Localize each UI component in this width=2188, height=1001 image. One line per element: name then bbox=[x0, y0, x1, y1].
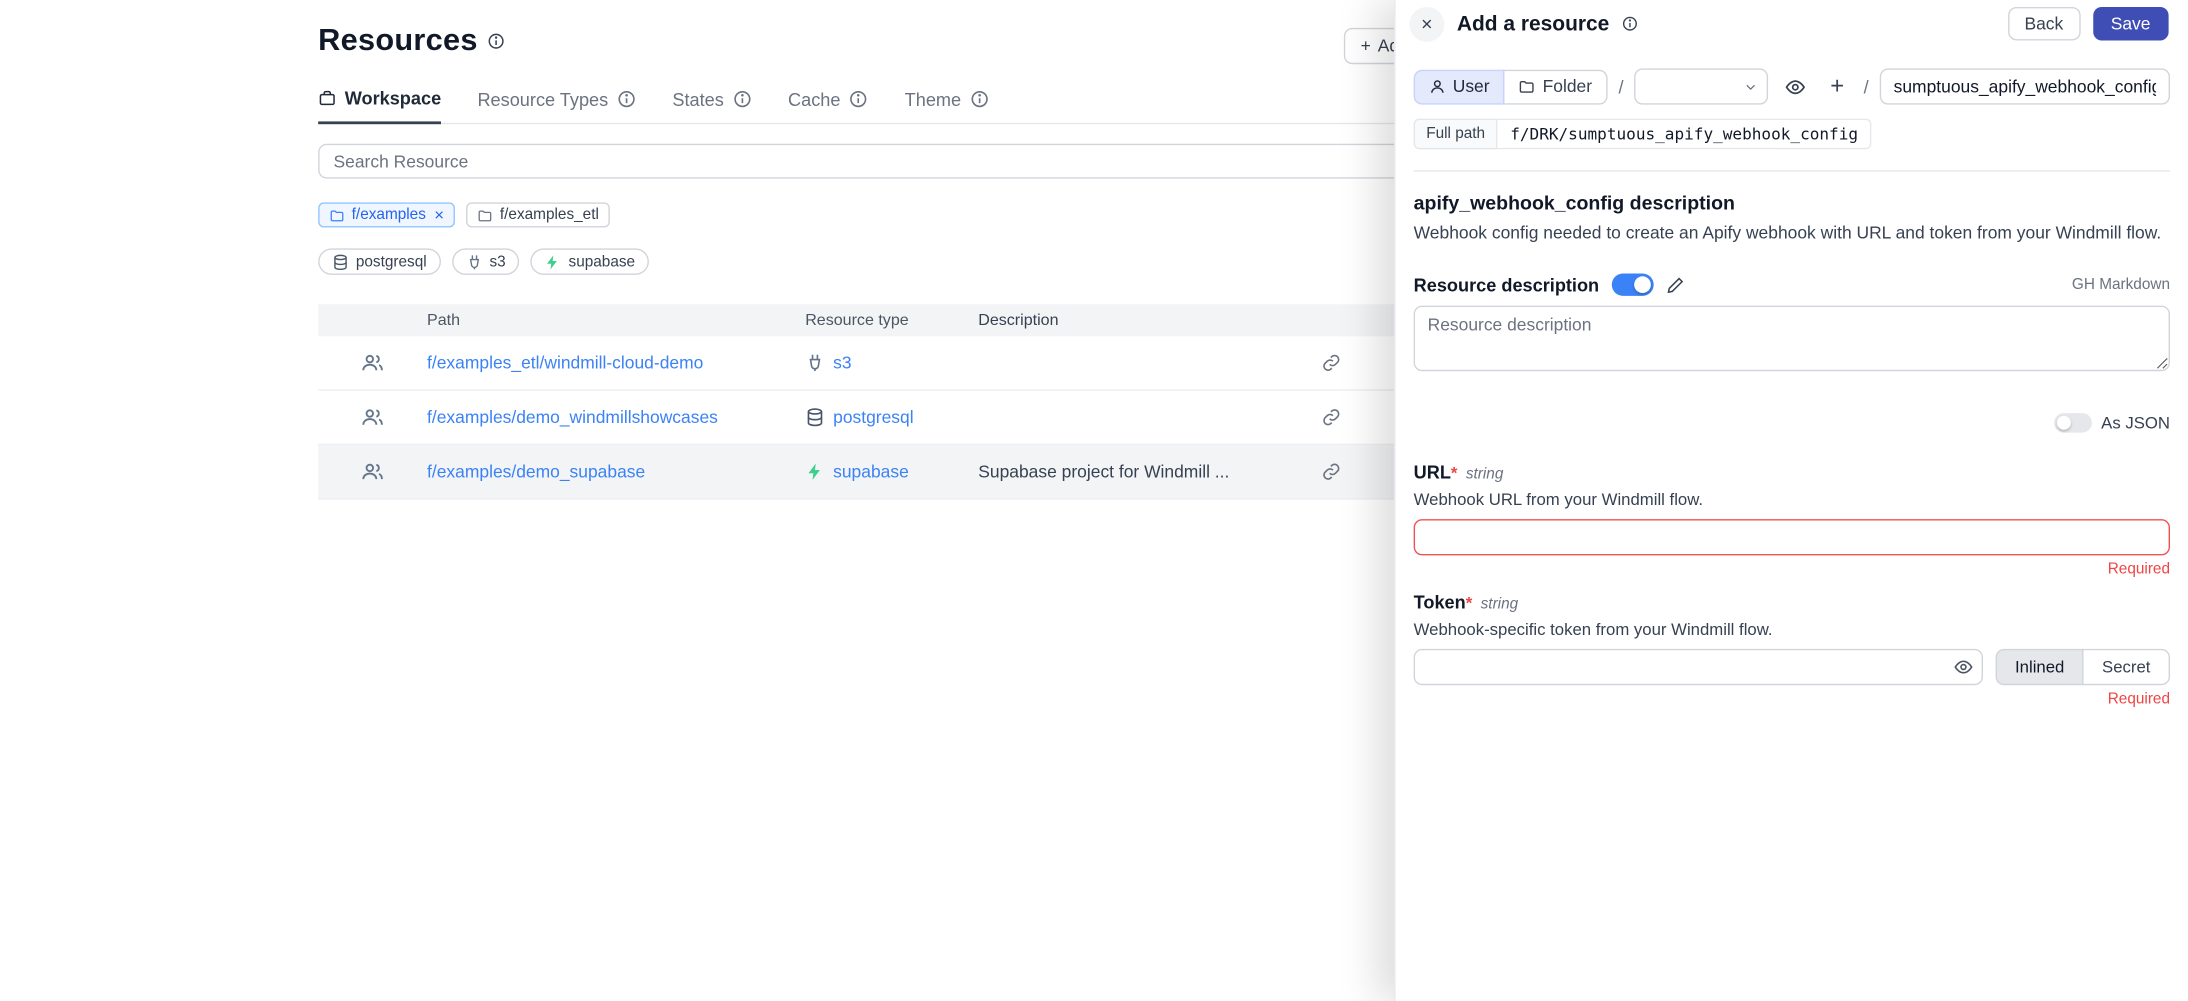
page-title: Resources bbox=[318, 22, 478, 58]
full-path-label: Full path bbox=[1414, 119, 1498, 150]
path-builder: User Folder / bbox=[1414, 68, 2170, 104]
url-required-note: Required bbox=[1414, 561, 2170, 578]
s3-icon bbox=[805, 353, 825, 373]
users-icon bbox=[361, 352, 383, 374]
remove-filter-icon[interactable]: × bbox=[434, 207, 444, 224]
column-path: Path bbox=[427, 312, 805, 329]
postgresql-icon bbox=[805, 407, 825, 427]
token-help: Webhook-specific token from your Windmil… bbox=[1414, 620, 2170, 640]
as-json-row: As JSON bbox=[1414, 413, 2170, 433]
supabase-icon bbox=[805, 462, 825, 482]
users-icon bbox=[361, 406, 383, 428]
owner-toggle: User Folder bbox=[1414, 69, 1608, 104]
column-resource-type: Resource type bbox=[805, 312, 978, 329]
token-secret-option[interactable]: Secret bbox=[2083, 649, 2170, 685]
token-input[interactable] bbox=[1414, 649, 1983, 685]
plus-icon[interactable]: + bbox=[1822, 71, 1853, 102]
resource-path-link[interactable]: f/examples/demo_windmillshowcases bbox=[427, 407, 718, 427]
resource-description: Supabase project for Windmill ... bbox=[978, 462, 1321, 482]
token-label: Token* bbox=[1414, 592, 1473, 613]
user-icon bbox=[1429, 78, 1446, 95]
add-resource-drawer: × Add a resource Back Save User bbox=[1394, 0, 2188, 1001]
resource-type-link[interactable]: supabase bbox=[833, 462, 909, 482]
info-icon bbox=[970, 89, 990, 109]
tab-states[interactable]: States bbox=[672, 88, 751, 123]
resource-path-link[interactable]: f/examples/demo_supabase bbox=[427, 462, 645, 482]
info-icon[interactable] bbox=[487, 31, 505, 49]
link-icon[interactable] bbox=[1322, 353, 1342, 373]
resource-path-link[interactable]: f/examples_etl/windmill-cloud-demo bbox=[427, 353, 703, 373]
chevron-down-icon bbox=[1744, 80, 1759, 95]
s3-icon bbox=[466, 253, 483, 270]
url-input[interactable] bbox=[1414, 519, 2170, 555]
type-chip-s3[interactable]: s3 bbox=[452, 248, 520, 275]
folder-icon bbox=[1519, 78, 1536, 95]
close-icon[interactable]: × bbox=[1409, 6, 1444, 41]
type-chip-postgresql[interactable]: postgresql bbox=[318, 248, 440, 275]
info-icon bbox=[849, 89, 869, 109]
section-help: Webhook config needed to create an Apify… bbox=[1414, 223, 2170, 243]
info-icon[interactable] bbox=[1622, 15, 1639, 32]
url-help: Webhook URL from your Windmill flow. bbox=[1414, 490, 2170, 510]
info-icon bbox=[732, 89, 752, 109]
tab-workspace[interactable]: Workspace bbox=[318, 88, 441, 124]
url-type: string bbox=[1466, 466, 1504, 483]
tab-theme[interactable]: Theme bbox=[905, 88, 989, 123]
token-mode-toggle: Inlined Secret bbox=[1995, 649, 2170, 685]
url-field: URL* string Webhook URL from your Windmi… bbox=[1414, 462, 2170, 578]
plus-icon: + bbox=[1361, 36, 1371, 56]
token-type: string bbox=[1481, 596, 1519, 613]
resource-name-input[interactable] bbox=[1880, 68, 2170, 104]
supabase-icon bbox=[545, 253, 562, 270]
url-label: URL* bbox=[1414, 462, 1458, 483]
drawer-title: Add a resource bbox=[1457, 12, 1609, 36]
full-path-value: f/DRK/sumptuous_apify_webhook_config bbox=[1498, 119, 1872, 150]
column-description: Description bbox=[978, 312, 1321, 329]
folder-icon bbox=[329, 207, 344, 222]
description-label: Resource description bbox=[1414, 274, 1600, 295]
owner-folder-option[interactable]: Folder bbox=[1504, 69, 1608, 104]
type-chip-supabase[interactable]: supabase bbox=[531, 248, 649, 275]
full-path-row: Full path f/DRK/sumptuous_apify_webhook_… bbox=[1414, 119, 1872, 150]
postgresql-icon bbox=[332, 253, 349, 270]
resource-type-link[interactable]: postgresql bbox=[833, 407, 914, 427]
token-field: Token* string Webhook-specific token fro… bbox=[1414, 592, 2170, 708]
info-icon bbox=[617, 89, 637, 109]
tab-resource-types[interactable]: Resource Types bbox=[477, 88, 636, 123]
description-header: Resource description GH Markdown bbox=[1414, 274, 2170, 296]
eye-icon[interactable] bbox=[1954, 657, 1974, 677]
owner-select[interactable] bbox=[1635, 68, 1769, 104]
link-icon[interactable] bbox=[1322, 407, 1342, 427]
eye-icon[interactable] bbox=[1780, 71, 1811, 102]
folder-chip-examples-etl[interactable]: f/examples_etl bbox=[466, 202, 610, 227]
save-button[interactable]: Save bbox=[2093, 7, 2169, 40]
gh-markdown-label: GH Markdown bbox=[2072, 276, 2170, 293]
link-icon[interactable] bbox=[1322, 462, 1342, 482]
pencil-icon[interactable] bbox=[1666, 276, 1684, 294]
path-separator: / bbox=[1864, 76, 1869, 97]
folder-icon bbox=[478, 207, 493, 222]
resource-type-link[interactable]: s3 bbox=[833, 353, 851, 373]
owner-user-option[interactable]: User bbox=[1414, 69, 1505, 104]
tab-cache[interactable]: Cache bbox=[788, 88, 868, 123]
token-required-note: Required bbox=[1414, 691, 2170, 708]
users-icon bbox=[361, 461, 383, 483]
description-toggle[interactable] bbox=[1612, 274, 1654, 296]
divider bbox=[1414, 170, 2170, 171]
required-asterisk: * bbox=[1451, 463, 1458, 483]
required-asterisk: * bbox=[1466, 593, 1473, 613]
back-button[interactable]: Back bbox=[2008, 7, 2080, 40]
folder-chip-examples[interactable]: f/examples × bbox=[318, 202, 455, 227]
as-json-toggle[interactable] bbox=[2054, 413, 2092, 433]
workspace-icon bbox=[318, 89, 336, 107]
section-title: apify_webhook_config description bbox=[1414, 191, 2170, 213]
drawer-header: × Add a resource Back Save bbox=[1396, 0, 2188, 47]
token-inlined-option[interactable]: Inlined bbox=[1995, 649, 2083, 685]
description-textarea[interactable] bbox=[1414, 306, 2170, 372]
path-separator: / bbox=[1619, 76, 1624, 97]
as-json-label: As JSON bbox=[2101, 413, 2170, 433]
